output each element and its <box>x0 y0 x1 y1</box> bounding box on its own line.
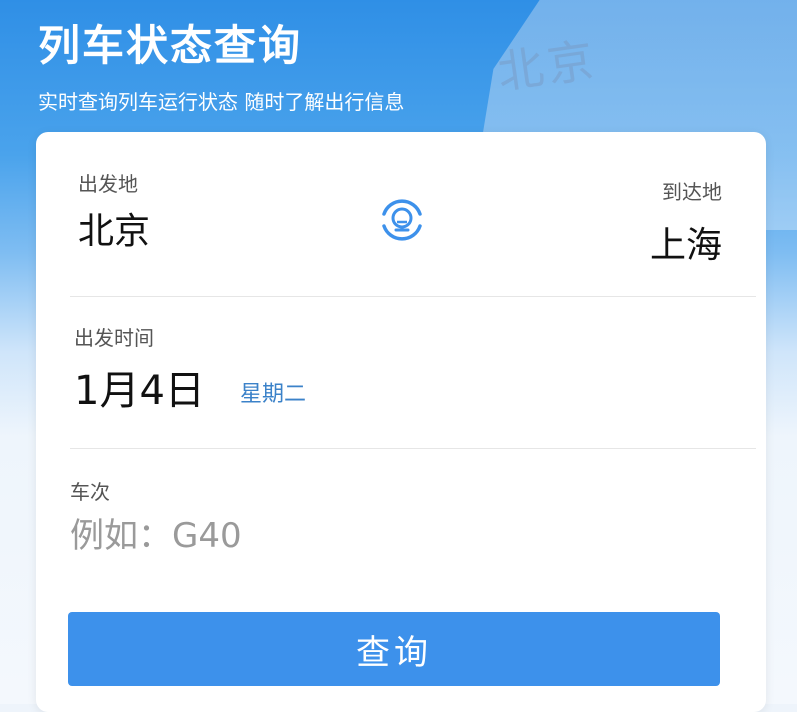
query-button[interactable]: 查询 <box>68 612 720 686</box>
departure-city[interactable]: 北京 <box>78 202 150 254</box>
divider <box>70 448 756 449</box>
station-sign: 北京 <box>494 32 601 100</box>
departure-date[interactable]: 1月4日 <box>74 358 205 416</box>
page-title: 列车状态查询 <box>38 21 303 70</box>
query-card: 出发地 北京 到达地 上海 出发时间 1月4日 星期二 车次 查询 <box>36 132 766 712</box>
railway-logo-swap-icon[interactable] <box>374 192 430 248</box>
weekday-text: 星期二 <box>240 382 307 407</box>
arrival-city[interactable]: 上海 <box>650 216 722 268</box>
departure-label: 出发地 <box>78 172 138 196</box>
arrival-label: 到达地 <box>662 180 722 204</box>
departure-time-label: 出发时间 <box>74 326 154 350</box>
train-number-label: 车次 <box>70 480 110 504</box>
divider <box>70 296 756 297</box>
train-number-input[interactable] <box>70 516 670 556</box>
page-subtitle: 实时查询列车运行状态 随时了解出行信息 <box>38 90 405 114</box>
